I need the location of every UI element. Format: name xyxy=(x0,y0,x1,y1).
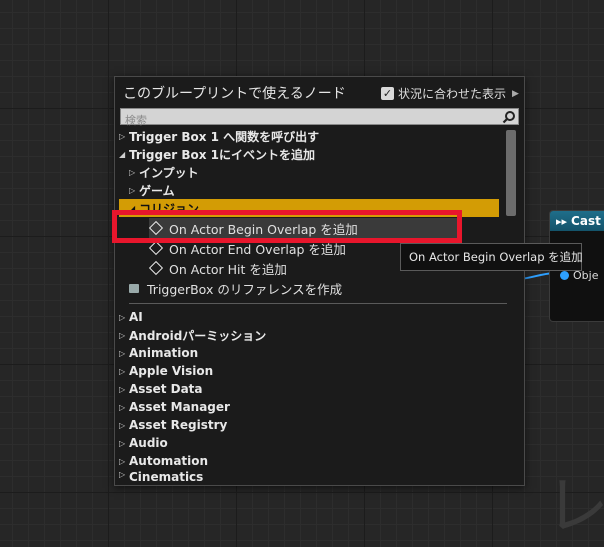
node-context-menu: このブループリントで使えるノード ✓ 状況に合わせた表示 ▶ ▷ Trigger… xyxy=(114,76,525,486)
event-diamond-icon xyxy=(148,240,164,256)
category-item[interactable]: ▷ Audio xyxy=(119,434,168,452)
category-item[interactable]: ▷ Apple Vision xyxy=(119,362,213,380)
category-label: Asset Data xyxy=(129,382,203,396)
search-icon[interactable] xyxy=(502,110,516,124)
search-box[interactable] xyxy=(120,108,519,128)
cast-node-header[interactable]: ▸▸ Cast xyxy=(550,211,604,231)
expand-triangle-icon[interactable]: ▷ xyxy=(119,421,129,430)
search-input[interactable] xyxy=(121,113,499,128)
expand-triangle-icon[interactable]: ▷ xyxy=(119,367,129,376)
tree-item-label: Trigger Box 1 へ関数を呼び出す xyxy=(129,129,320,144)
chevron-right-icon[interactable]: ▶ xyxy=(512,89,519,99)
category-label: Asset Registry xyxy=(129,418,228,432)
category-item[interactable]: ▷ Androidパーミッション xyxy=(119,326,266,344)
pin-dot-icon[interactable] xyxy=(560,271,569,280)
expand-triangle-icon[interactable]: ▷ xyxy=(119,385,129,394)
node-list: ▷ Trigger Box 1 へ関数を呼び出す ◢ Trigger Box 1… xyxy=(119,127,515,483)
category-label: Automation xyxy=(129,454,209,468)
category-label: Asset Manager xyxy=(129,400,230,414)
exec-arrow-icon: ▸▸ xyxy=(556,214,568,228)
tree-item-game[interactable]: ▷ ゲーム xyxy=(129,181,175,199)
category-label: Apple Vision xyxy=(129,364,214,378)
tree-item-label: Trigger Box 1にイベントを追加 xyxy=(129,147,315,162)
category-item[interactable]: ▷ AI xyxy=(119,308,143,326)
category-item[interactable]: ▷ Animation xyxy=(119,344,198,362)
category-label: Cinematics xyxy=(129,470,204,482)
cast-node-title: Cast xyxy=(571,214,601,228)
event-item-actor-hit[interactable]: On Actor Hit を追加 xyxy=(148,259,287,277)
background-watermark: レ xyxy=(545,470,604,544)
context-sensitive-label: 状況に合わせた表示 xyxy=(398,87,507,101)
scrollbar-thumb[interactable] xyxy=(506,130,516,216)
reference-label: TriggerBox のリファレンスを作成 xyxy=(147,281,343,297)
tree-item-label: インプット xyxy=(139,165,199,180)
category-label: Audio xyxy=(129,436,168,450)
category-label: Androidパーミッション xyxy=(129,328,267,343)
annotation-highlight-box xyxy=(112,210,462,243)
tree-item-trigger-functions[interactable]: ▷ Trigger Box 1 へ関数を呼び出す xyxy=(119,127,319,145)
tree-item-input[interactable]: ▷ インプット xyxy=(129,163,199,181)
category-item[interactable]: ▷ Cinematics xyxy=(119,470,203,482)
event-diamond-icon xyxy=(148,260,164,276)
category-item[interactable]: ▷ Automation xyxy=(119,452,208,470)
expand-triangle-icon[interactable]: ▷ xyxy=(119,132,129,141)
category-label: AI xyxy=(129,310,143,324)
tree-item-trigger-events[interactable]: ◢ Trigger Box 1にイベントを追加 xyxy=(119,145,315,163)
context-sensitive-checkbox[interactable]: ✓ xyxy=(381,87,394,100)
tree-item-label: ゲーム xyxy=(139,183,175,198)
monitor-icon xyxy=(129,283,139,293)
event-label: On Actor Hit を追加 xyxy=(169,261,287,277)
category-item[interactable]: ▷ Asset Manager xyxy=(119,398,230,416)
category-item[interactable]: ▷ Asset Data xyxy=(119,380,203,398)
expand-triangle-icon[interactable]: ▷ xyxy=(119,470,129,479)
section-divider xyxy=(129,303,507,304)
menu-title: このブループリントで使えるノード xyxy=(123,86,346,102)
expand-triangle-icon[interactable]: ▷ xyxy=(119,313,129,322)
expand-triangle-icon[interactable]: ▷ xyxy=(119,403,129,412)
category-item[interactable]: ▷ Asset Registry xyxy=(119,416,227,434)
expand-triangle-icon[interactable]: ▷ xyxy=(119,439,129,448)
expand-triangle-icon[interactable]: ▷ xyxy=(129,168,139,177)
expand-triangle-icon[interactable]: ▷ xyxy=(119,349,129,358)
category-label: Animation xyxy=(129,346,199,360)
expand-triangle-icon[interactable]: ▷ xyxy=(119,331,129,340)
reference-item[interactable]: TriggerBox のリファレンスを作成 xyxy=(129,279,342,297)
expand-triangle-icon[interactable]: ▷ xyxy=(119,457,129,466)
collapse-triangle-icon[interactable]: ◢ xyxy=(119,150,129,159)
expand-triangle-icon[interactable]: ▷ xyxy=(129,186,139,195)
tooltip: On Actor Begin Overlap を追加 xyxy=(400,243,583,271)
context-sensitive-toggle[interactable]: ✓ 状況に合わせた表示 ▶ xyxy=(381,85,519,102)
